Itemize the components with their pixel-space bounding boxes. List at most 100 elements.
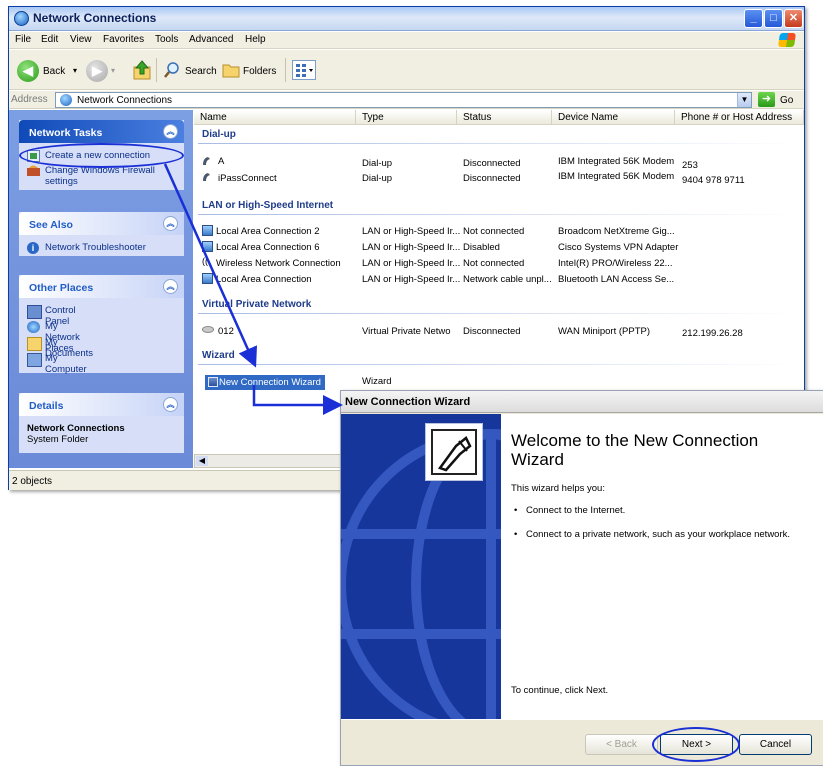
go-arrow-icon[interactable]: ➜ (758, 92, 775, 107)
cell-name: iPassConnect (218, 173, 277, 184)
back-button[interactable]: < Back (585, 734, 658, 755)
cell-status: Disconnected (463, 326, 521, 337)
folders-icon[interactable] (222, 62, 240, 78)
cell-phone: 9404 978 9711 (682, 175, 745, 186)
table-row[interactable]: ((· Wireless Network Connection LAN or H… (194, 256, 804, 270)
details-subtitle: System Folder (27, 434, 89, 445)
toolbar-separator (156, 58, 157, 82)
cell-status: Network cable unpl... (463, 274, 552, 285)
back-arrow-icon[interactable]: ◀ (17, 60, 39, 82)
menu-view[interactable]: View (70, 34, 92, 45)
collapse-chevron-icon[interactable]: ︽ (163, 279, 178, 294)
menu-favorites[interactable]: Favorites (103, 34, 144, 45)
table-row[interactable]: A Dial-up Disconnected IBM Integrated 56… (194, 155, 804, 171)
group-divider (198, 214, 798, 215)
table-row[interactable]: 012 Virtual Private Netwo Disconnected W… (194, 324, 804, 339)
minimize-button[interactable]: _ (744, 9, 763, 28)
title-bar[interactable]: Network Connections _ □ ✕ (9, 7, 804, 31)
back-dropdown-icon[interactable]: ▾ (73, 66, 77, 75)
collapse-chevron-icon[interactable]: ︽ (163, 124, 178, 139)
cell-device: WAN Miniport (PPTP) (558, 326, 651, 337)
forward-arrow-icon[interactable]: ▶ (86, 60, 108, 82)
table-row[interactable]: iPassConnect Dial-up Disconnected IBM In… (194, 171, 804, 186)
window-title: Network Connections (33, 11, 157, 25)
network-tasks-header[interactable]: Network Tasks ︽ (19, 120, 184, 143)
table-row[interactable]: Local Area Connection 2 LAN or High-Spee… (194, 224, 804, 238)
menu-bar: File Edit View Favorites Tools Advanced … (9, 32, 804, 49)
address-bar: Address Network Connections ▼ ➜ Go (9, 91, 804, 109)
dialog-title: New Connection Wizard (345, 396, 471, 408)
bullet-icon: • (514, 529, 518, 540)
dialog-separator (341, 719, 823, 720)
see-also-header[interactable]: See Also ︽ (19, 212, 184, 235)
lan-icon (202, 241, 213, 252)
menu-file[interactable]: File (15, 34, 31, 45)
column-header-type[interactable]: Type (356, 110, 457, 125)
wizard-icon (208, 377, 218, 387)
menu-edit[interactable]: Edit (41, 34, 58, 45)
other-places-header[interactable]: Other Places ︽ (19, 275, 184, 298)
control-panel-icon (27, 305, 42, 319)
cell-device: Intel(R) PRO/Wireless 22... (558, 258, 673, 269)
forward-dropdown-icon[interactable]: ▾ (111, 66, 115, 75)
cell-phone: 212.199.26.28 (682, 328, 743, 339)
cell-type: Virtual Private Netwo (362, 326, 451, 337)
panel-title: Network Tasks (29, 127, 103, 139)
other-places-panel: Other Places ︽ Control Panel My Network … (19, 275, 184, 375)
menu-advanced[interactable]: Advanced (189, 34, 233, 45)
group-header: Virtual Private Network (202, 299, 312, 310)
menu-help[interactable]: Help (245, 34, 266, 45)
table-row[interactable]: Local Area Connection 6 LAN or High-Spee… (194, 240, 804, 254)
search-button-label[interactable]: Search (185, 66, 217, 77)
column-header-status[interactable]: Status (457, 110, 552, 125)
bullet-text: Connect to a private network, such as yo… (526, 529, 791, 540)
panel-title: Other Places (29, 282, 94, 294)
back-button-label[interactable]: Back (43, 66, 65, 77)
column-header-phone[interactable]: Phone # or Host Address (675, 110, 804, 125)
cell-device: Broadcom NetXtreme Gig... (558, 226, 675, 237)
folders-button-label[interactable]: Folders (243, 66, 276, 77)
dialup-icon (202, 155, 213, 166)
cell-type: Wizard (362, 376, 392, 387)
collapse-chevron-icon[interactable]: ︽ (163, 216, 178, 231)
maximize-button[interactable]: □ (764, 9, 783, 28)
wizard-row-label[interactable]: New Connection Wizard (219, 377, 321, 388)
dialog-title-bar[interactable]: New Connection Wizard (341, 391, 823, 413)
cell-type: LAN or High-Speed Ir... (362, 258, 461, 269)
task-label: Change Windows Firewall settings (45, 165, 155, 187)
cell-status: Not connected (463, 258, 525, 269)
cell-status: Disconnected (463, 158, 521, 169)
cell-status: Not connected (463, 226, 525, 237)
windows-logo-icon (778, 33, 796, 47)
toolbar: ◀ Back ▾ ▶ ▾ Search Folders (9, 50, 804, 90)
wizard-intro: This wizard helps you: (511, 483, 605, 494)
search-icon[interactable] (164, 62, 180, 78)
column-header-device[interactable]: Device Name (552, 110, 675, 125)
details-header[interactable]: Details ︽ (19, 393, 184, 416)
horizontal-scrollbar[interactable]: ◀ (194, 454, 344, 468)
close-button[interactable]: ✕ (784, 9, 803, 28)
cell-type: LAN or High-Speed Ir... (362, 274, 461, 285)
table-row[interactable]: Local Area Connection LAN or High-Speed … (194, 272, 804, 286)
address-field[interactable]: Network Connections ▼ (55, 92, 752, 108)
column-header-name[interactable]: Name (194, 110, 356, 125)
views-icon[interactable] (292, 60, 316, 80)
vpn-icon (202, 326, 214, 333)
cell-status: Disconnected (463, 173, 521, 184)
my-computer-icon (27, 353, 42, 367)
scroll-left-icon[interactable]: ◀ (196, 456, 208, 466)
network-connections-icon (60, 94, 72, 106)
collapse-chevron-icon[interactable]: ︽ (163, 397, 178, 412)
up-folder-icon[interactable] (133, 60, 151, 80)
menu-tools[interactable]: Tools (155, 34, 178, 45)
network-cable-icon (425, 423, 483, 481)
cell-phone: 253 (682, 160, 698, 171)
address-value: Network Connections (77, 95, 173, 106)
address-dropdown-icon[interactable]: ▼ (737, 93, 751, 107)
address-label: Address (11, 94, 48, 105)
firewall-icon (27, 165, 40, 176)
details-name: Network Connections (27, 423, 125, 434)
group-header: Dial-up (202, 129, 236, 140)
cancel-button[interactable]: Cancel (739, 734, 812, 755)
go-button-label[interactable]: Go (780, 95, 793, 106)
